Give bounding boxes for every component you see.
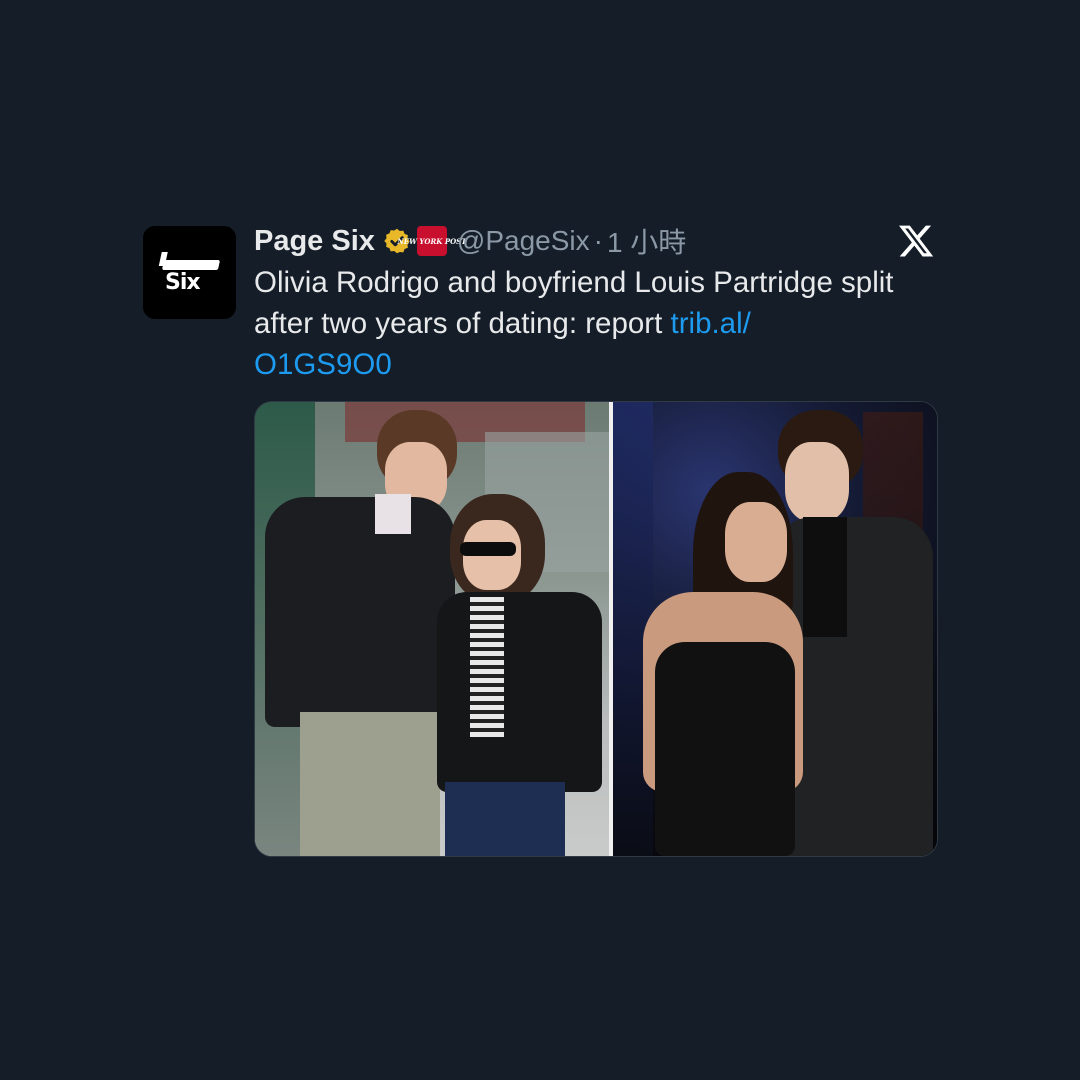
tweet-media[interactable] — [254, 401, 938, 857]
user-handle[interactable]: @PageSix — [457, 225, 590, 257]
tweet-header: Page Six NEW YORK POST @PageSix · 1 小時 — [254, 222, 686, 260]
couple-walking-photo[interactable] — [255, 402, 609, 856]
tweet-body: Olivia Rodrigo and boyfriend Louis Partr… — [254, 266, 894, 340]
separator-dot: · — [593, 225, 603, 256]
x-logo-icon — [898, 225, 934, 257]
timestamp[interactable]: 1 小時 — [607, 221, 686, 261]
tweet-card[interactable]: Six Page Six NEW YORK POST @PageSix · 1 … — [143, 222, 943, 862]
avatar[interactable]: Six — [143, 226, 236, 319]
avatar-logo-mark — [161, 260, 221, 270]
avatar-logo-text: Six — [165, 270, 201, 295]
tweet-text: Olivia Rodrigo and boyfriend Louis Partr… — [254, 262, 894, 385]
affiliate-badge-icon[interactable]: NEW YORK POST — [397, 226, 466, 256]
couple-event-photo[interactable] — [613, 402, 937, 856]
display-name[interactable]: Page Six — [254, 225, 375, 258]
